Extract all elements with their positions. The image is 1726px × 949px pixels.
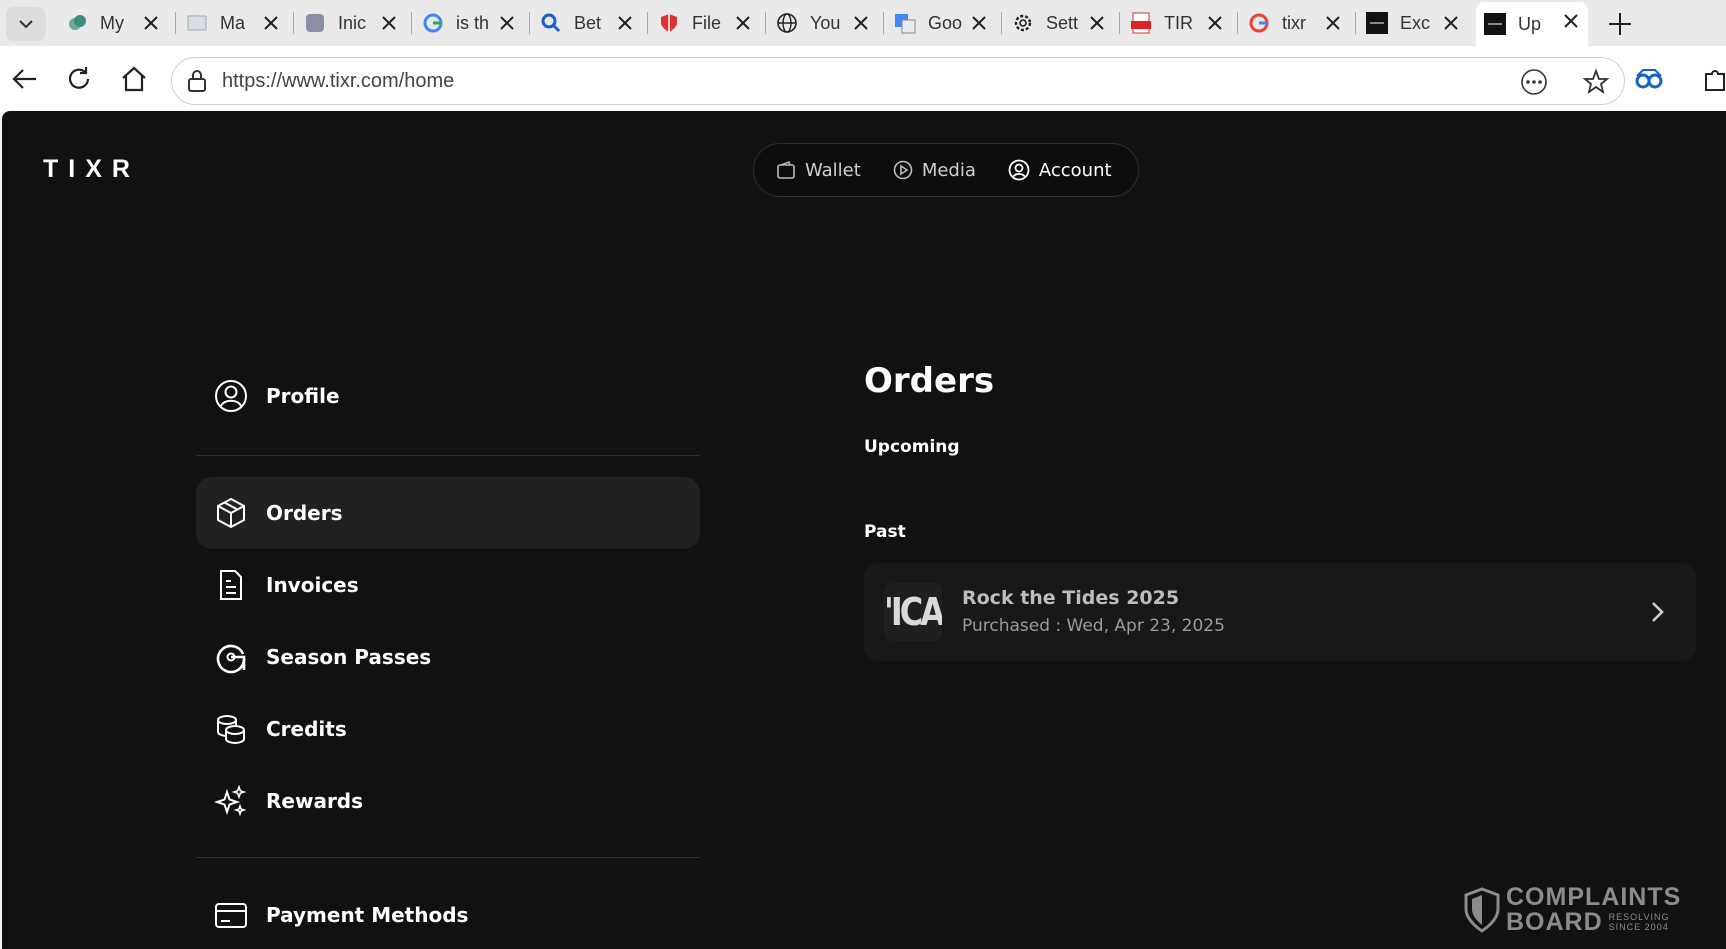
shield-logo-icon bbox=[1464, 887, 1500, 933]
browser-tab[interactable]: You bbox=[768, 4, 878, 42]
browser-tab[interactable]: Ma bbox=[178, 4, 288, 42]
pdf-icon bbox=[1130, 12, 1152, 34]
credit-card-icon bbox=[215, 903, 247, 928]
back-arrow-icon[interactable] bbox=[10, 64, 40, 94]
lock-icon[interactable] bbox=[186, 69, 208, 93]
browser-essentials-icon[interactable] bbox=[1634, 64, 1664, 94]
close-icon[interactable] bbox=[498, 14, 516, 32]
browser-tab[interactable]: tixr bbox=[1240, 4, 1350, 42]
close-icon[interactable] bbox=[1206, 14, 1224, 32]
tixr-icon bbox=[1484, 13, 1506, 35]
close-icon[interactable] bbox=[852, 14, 870, 32]
close-icon[interactable] bbox=[616, 14, 634, 32]
page-icon bbox=[186, 12, 208, 34]
sidebar-item-profile[interactable]: Profile bbox=[196, 360, 700, 432]
close-icon[interactable] bbox=[1088, 14, 1106, 32]
sidebar-divider bbox=[196, 455, 700, 456]
google-icon bbox=[422, 12, 444, 34]
close-icon[interactable] bbox=[1562, 12, 1580, 30]
shield-icon bbox=[658, 12, 680, 34]
browser-tab-active[interactable]: Up bbox=[1476, 2, 1588, 46]
nav-media[interactable]: Media bbox=[893, 160, 976, 181]
browser-tab[interactable]: TIR bbox=[1122, 4, 1232, 42]
favorite-star-icon[interactable] bbox=[1582, 68, 1610, 96]
user-circle-icon bbox=[1008, 159, 1030, 181]
close-icon[interactable] bbox=[1324, 14, 1342, 32]
tixr-icon bbox=[1366, 12, 1388, 34]
nav-account[interactable]: Account bbox=[1008, 159, 1112, 181]
gear-icon bbox=[1012, 12, 1034, 34]
address-bar[interactable]: https://www.tixr.com/home bbox=[171, 57, 1625, 105]
order-event-name: Rock the Tides 2025 bbox=[962, 587, 1180, 609]
sidebar-item-rewards[interactable]: Rewards bbox=[196, 765, 700, 837]
google-icon bbox=[1248, 12, 1270, 34]
browser-tab[interactable]: My bbox=[58, 4, 168, 42]
chevron-right-icon bbox=[1652, 602, 1664, 622]
browser-tab[interactable]: Exc bbox=[1358, 4, 1468, 42]
browser-tab[interactable]: Inic bbox=[296, 4, 406, 42]
coins-icon bbox=[217, 715, 245, 745]
season-pass-icon bbox=[216, 644, 246, 674]
globe-icon bbox=[776, 12, 798, 34]
nav-wallet[interactable]: Wallet bbox=[776, 160, 861, 181]
invoice-icon bbox=[220, 570, 242, 600]
chevron-down-icon bbox=[19, 20, 33, 29]
sidebar-item-orders[interactable]: Orders bbox=[196, 477, 700, 549]
sidebar-divider bbox=[196, 857, 700, 858]
tab-list-dropdown[interactable] bbox=[6, 7, 46, 41]
tixr-page: TIXR Wallet Media Account Profile Orders… bbox=[2, 111, 1726, 949]
close-icon[interactable] bbox=[734, 14, 752, 32]
past-heading: Past bbox=[864, 522, 906, 542]
play-circle-icon bbox=[893, 160, 913, 180]
order-card[interactable]: 'ICA Rock the Tides 2025 Purchased : Wed… bbox=[864, 563, 1696, 661]
sidebar-item-season-passes[interactable]: Season Passes bbox=[196, 621, 700, 693]
top-nav: Wallet Media Account bbox=[753, 143, 1139, 197]
browser-tab-bar: My Ma Inic is th Bet File You Goo Sett T… bbox=[0, 0, 1726, 46]
sidebar-item-credits[interactable]: Credits bbox=[196, 693, 700, 765]
close-icon[interactable] bbox=[262, 14, 280, 32]
upcoming-heading: Upcoming bbox=[864, 437, 960, 457]
close-icon[interactable] bbox=[970, 14, 988, 32]
sidebar-item-payment-methods[interactable]: Payment Methods bbox=[196, 879, 700, 949]
user-circle-icon bbox=[215, 380, 247, 412]
order-purchase-date: Purchased : Wed, Apr 23, 2025 bbox=[962, 616, 1225, 636]
refresh-icon[interactable] bbox=[64, 64, 94, 94]
page-title: Orders bbox=[864, 361, 995, 401]
box-icon bbox=[217, 497, 245, 529]
browser-tab[interactable]: Goo bbox=[886, 4, 996, 42]
tixr-logo[interactable]: TIXR bbox=[43, 155, 140, 184]
url-text: https://www.tixr.com/home bbox=[222, 70, 455, 92]
search-icon bbox=[540, 12, 562, 34]
event-thumbnail: 'ICA bbox=[884, 583, 942, 641]
home-icon[interactable] bbox=[119, 64, 149, 94]
close-icon[interactable] bbox=[142, 14, 160, 32]
browser-tab[interactable]: is th bbox=[414, 4, 524, 42]
close-icon[interactable] bbox=[1442, 14, 1460, 32]
itau-icon bbox=[304, 12, 326, 34]
browser-tab[interactable]: Bet bbox=[532, 4, 642, 42]
browser-tab[interactable]: Sett bbox=[1004, 4, 1114, 42]
sidebar-item-invoices[interactable]: Invoices bbox=[196, 549, 700, 621]
wallet-icon bbox=[777, 160, 795, 179]
browser-tab[interactable]: File bbox=[650, 4, 760, 42]
translate-icon bbox=[894, 12, 916, 34]
more-options-icon[interactable] bbox=[1520, 68, 1548, 96]
new-tab-plus-icon[interactable] bbox=[1605, 9, 1635, 39]
close-icon[interactable] bbox=[380, 14, 398, 32]
complaints-board-watermark: COMPLAINTS BOARD RESOLVING SINCE 2004 bbox=[1464, 885, 1681, 935]
sparkles-icon bbox=[214, 784, 247, 817]
extensions-puzzle-icon[interactable] bbox=[1700, 64, 1726, 94]
cloud-icon bbox=[66, 12, 88, 34]
